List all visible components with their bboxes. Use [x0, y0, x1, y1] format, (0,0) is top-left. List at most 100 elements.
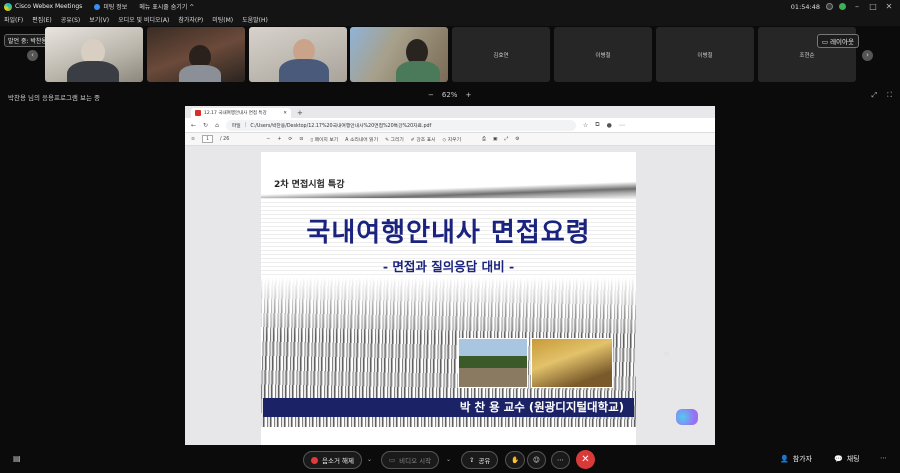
video-tile[interactable] [45, 27, 143, 82]
video-off-icon: ▭ [389, 456, 396, 464]
share-status-bar: 박찬용 님의 응용프로그램 보는 중 − 62% + ⤢ ⛶ [0, 89, 900, 103]
video-tile[interactable]: 이병철 [656, 27, 754, 82]
slide-subtitle: 2차 면접시험 특강 [274, 180, 345, 190]
copilot-icon[interactable] [676, 409, 698, 425]
maximize-icon[interactable]: □ [868, 2, 878, 11]
home-icon[interactable]: ⌂ [215, 122, 219, 129]
participants-label: 참가자 [792, 455, 813, 463]
zoom-out-button[interactable]: − [428, 91, 434, 99]
slide-photo-village [458, 338, 528, 388]
favorite-icon[interactable]: ☆ [583, 122, 588, 129]
strip-next-icon[interactable]: › [862, 50, 873, 61]
minimize-icon[interactable]: – [852, 2, 862, 11]
close-icon[interactable]: ✕ [884, 2, 894, 11]
tab-close-icon[interactable]: ✕ [283, 111, 287, 116]
meeting-controls: ▤ 음소거 해제 ⌄ ▭ 비디오 시작 ⌄ ⇪ 공유 ✋ ☺ ⋯ ✕ 👤 참가자… [0, 446, 900, 473]
page-view-button[interactable]: ▯ 페이지 보기 [310, 136, 338, 143]
more-options-button[interactable]: ⋯ [551, 451, 570, 469]
presenter-banner: 박 찬 용 교수 (원광디지털대학교) [263, 398, 634, 417]
menu-file[interactable]: 파일(F) [4, 15, 23, 24]
meeting-clock: 01:54:48 [790, 2, 820, 11]
menu-meeting[interactable]: 미팅(M) [212, 15, 233, 24]
audio-options-chevron-icon[interactable]: ⌄ [367, 456, 372, 463]
share-icon: ⇪ [469, 456, 475, 464]
zoom-in-icon[interactable]: + [277, 137, 281, 142]
chat-button[interactable]: 💬 채팅 [834, 454, 860, 464]
active-speaker-badge: 발언 중: 박찬용 [4, 34, 51, 47]
fit-icon[interactable]: ⊡ [299, 137, 303, 142]
slide-photo-gate [531, 338, 613, 388]
pdf-viewer: 2차 면접시험 특강 국내여행안내사 면접요령 - 면접과 질의응답 대비 - … [185, 146, 715, 445]
video-tile[interactable]: 이병철 [554, 27, 652, 82]
menu-audio-video[interactable]: 오디오 및 비디오(A) [118, 15, 169, 24]
menu-view[interactable]: 보기(V) [89, 15, 109, 24]
profile-icon[interactable]: ● [607, 122, 612, 129]
meeting-info-button[interactable]: 미팅 정보 [94, 2, 127, 11]
zoom-level: 62% [441, 91, 458, 99]
shared-screen: 12.17 국내여행안내사 면접 특강 ✕ + ← ↻ ⌂ 파일 | C:/Us… [185, 106, 715, 445]
hide-menu-button[interactable]: 메뉴 표시줄 숨기기 ^ [139, 2, 194, 11]
highlight-button[interactable]: ✐ 강조 표시 [411, 136, 436, 143]
end-meeting-button[interactable]: ✕ [576, 450, 595, 469]
page-view-label: 페이지 보기 [314, 137, 339, 143]
menu-help[interactable]: 도움말(H) [242, 15, 268, 24]
address-text: C:/Users/박찬용/Desktop/12.17%20국내여행안내사%20면… [250, 123, 432, 129]
rotate-icon[interactable]: ⟳ [288, 137, 292, 142]
pdf-expand-icon[interactable]: ⤢ [504, 136, 508, 142]
menu-participants[interactable]: 참가자(P) [178, 15, 203, 24]
participant-body [179, 65, 221, 82]
video-options-chevron-icon[interactable]: ⌄ [446, 456, 451, 463]
hide-menu-label: 메뉴 표시줄 숨기기 ^ [139, 4, 195, 11]
app-name: Cisco Webex Meetings [15, 3, 83, 10]
window-title-bar: Cisco Webex Meetings 미팅 정보 메뉴 표시줄 숨기기 ^ … [0, 0, 900, 13]
video-tile[interactable] [249, 27, 347, 82]
fullscreen-icon[interactable]: ⛶ [887, 91, 892, 100]
security-icon[interactable] [839, 3, 846, 10]
page-number-input[interactable]: 1 [202, 135, 214, 143]
emoji-button[interactable]: ☺ [527, 451, 546, 469]
toc-icon[interactable]: ≡ [191, 137, 195, 142]
back-icon[interactable]: ← [191, 122, 196, 129]
reactions-button[interactable]: ✋ [505, 451, 526, 469]
erase-button[interactable]: ◇ 지우기 [443, 136, 461, 143]
start-video-label: 비디오 시작 [399, 457, 432, 465]
video-tile[interactable]: 김효연 [452, 27, 550, 82]
save-icon[interactable]: ▣ [493, 137, 498, 142]
participant-name: 조현순 [799, 53, 815, 59]
file-scheme-label: 파일 [231, 123, 241, 129]
tab-title: 12.17 국내여행안내사 면접 특강 [204, 111, 267, 116]
video-tile[interactable] [350, 27, 448, 82]
unmute-button[interactable]: 음소거 해제 [303, 451, 362, 469]
read-aloud-button[interactable]: A 소리내어 읽기 [345, 136, 378, 143]
participant-strip: 발언 중: 박찬용 ‹ 김효연 이병철 이병철 조현순 ▭ 레이아웃 › [0, 26, 900, 88]
remote-control-icon[interactable]: ⤢ [871, 91, 877, 100]
app-title: Cisco Webex Meetings [4, 2, 83, 11]
collections-icon[interactable]: ⧉ [595, 121, 599, 129]
connection-icon [826, 3, 833, 10]
strip-prev-icon[interactable]: ‹ [27, 50, 38, 61]
layout-button[interactable]: ▭ 레이아웃 [816, 34, 859, 48]
more-panels-icon[interactable]: ⋯ [880, 454, 887, 462]
mouse-cursor-icon: ⇱ [664, 351, 670, 359]
print-icon[interactable]: ⎙ [482, 136, 486, 142]
menu-share[interactable]: 공유(S) [61, 15, 81, 24]
start-video-button[interactable]: ▭ 비디오 시작 [381, 451, 440, 469]
address-bar[interactable]: 파일 | C:/Users/박찬용/Desktop/12.17%20국내여행안내… [225, 119, 576, 131]
captions-icon[interactable]: ▤ [13, 454, 21, 463]
separator: | [244, 122, 247, 128]
participants-button[interactable]: 👤 참가자 [780, 454, 812, 464]
menu-edit[interactable]: 편집(E) [32, 15, 52, 24]
slide-tagline: - 면접과 질의응답 대비 - [382, 259, 515, 274]
zoom-control: − 62% + [428, 91, 471, 99]
draw-label: 그리기 [390, 137, 404, 143]
browser-tab[interactable]: 12.17 국내여행안내사 면접 특강 ✕ [191, 108, 291, 118]
draw-button[interactable]: ✎ 그리기 [385, 136, 404, 143]
video-tile[interactable] [147, 27, 245, 82]
refresh-icon[interactable]: ↻ [203, 122, 208, 129]
new-tab-button[interactable]: + [297, 109, 303, 117]
share-button[interactable]: ⇪ 공유 [461, 451, 499, 469]
zoom-in-button[interactable]: + [465, 91, 471, 99]
settings-icon[interactable]: ⚙ [515, 137, 519, 142]
zoom-out-icon[interactable]: − [266, 137, 270, 142]
more-icon[interactable]: ⋯ [619, 122, 625, 129]
